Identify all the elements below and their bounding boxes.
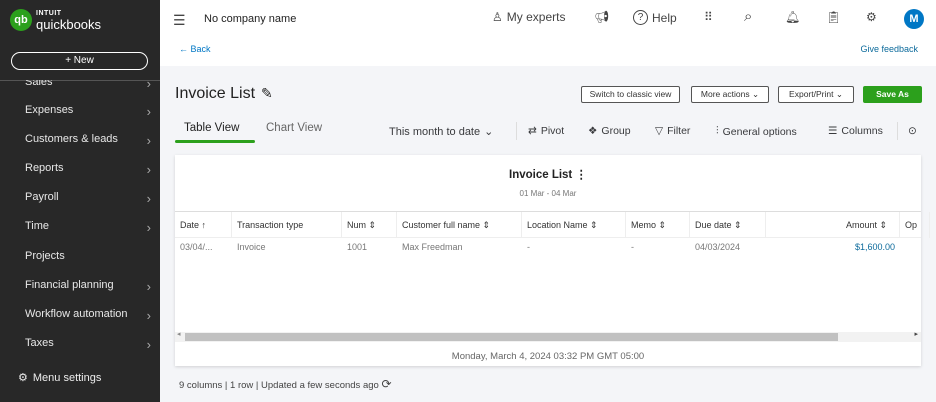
pivot-icon: ⇄ bbox=[528, 125, 537, 137]
sidebar-item-time[interactable]: Time › bbox=[25, 220, 155, 235]
bell-icon[interactable]: 🔔︎ bbox=[785, 10, 800, 24]
chevron-right-icon: › bbox=[146, 279, 151, 294]
search-icon[interactable]: ⌕ bbox=[744, 8, 752, 25]
table-header: Date ↑ Transaction type Num ⇕ Customer full… bbox=[175, 211, 930, 238]
top-bar: ☰ No company name ♙ My experts 📢︎ ? Help ⠿… bbox=[160, 0, 936, 66]
apps-grid-icon[interactable]: ⠿ bbox=[704, 10, 713, 24]
report-date-range: 01 Mar - 04 Mar bbox=[519, 189, 577, 198]
column-header[interactable]: Due date ⇕ bbox=[690, 212, 766, 238]
page-title: Invoice List ✎ bbox=[175, 85, 273, 103]
report-title: Invoice List ⋮ bbox=[509, 169, 587, 181]
collapse-toolbar-icon[interactable]: ⊙ bbox=[908, 125, 917, 137]
list-icon: ☰ bbox=[828, 125, 838, 137]
active-tab-indicator bbox=[175, 140, 255, 143]
new-button[interactable]: + New bbox=[11, 52, 148, 70]
sidebar-menu: Sales › Expenses › Customers & leads › Reports… bbox=[0, 80, 160, 358]
table-cell[interactable]: $1,600.00 bbox=[766, 238, 900, 256]
gear-icon: ⚙ bbox=[18, 372, 28, 384]
sliders-icon: ⫶ bbox=[716, 125, 719, 137]
sidebar-item-payroll[interactable]: Payroll › bbox=[25, 191, 155, 206]
divider bbox=[897, 122, 898, 140]
quickbooks-logo[interactable]: qb INTUIT quickbooks bbox=[10, 9, 101, 31]
column-header[interactable]: Memo ⇕ bbox=[626, 212, 690, 238]
chevron-down-icon: ⌄ bbox=[484, 126, 494, 138]
chevron-right-icon: › bbox=[146, 220, 151, 235]
table-cell: Max Freedman bbox=[402, 242, 463, 252]
chevron-right-icon: › bbox=[146, 133, 151, 148]
pivot-button[interactable]: ⇄ Pivot bbox=[528, 125, 564, 137]
sidebar: qb INTUIT quickbooks + New Sales › Expenses… bbox=[0, 0, 160, 402]
column-header[interactable]: Op bbox=[900, 212, 930, 238]
sidebar-item-expenses[interactable]: Expenses › bbox=[25, 104, 155, 119]
sidebar-item-taxes[interactable]: Taxes › bbox=[25, 337, 155, 352]
column-header[interactable]: Location Name ⇕ bbox=[522, 212, 626, 238]
switch-classic-view-button[interactable]: Switch to classic view bbox=[581, 86, 680, 103]
chevron-right-icon: › bbox=[146, 80, 151, 91]
date-range-dropdown[interactable]: This month to date ⌄ bbox=[389, 125, 494, 139]
table-cell: - bbox=[527, 242, 530, 252]
columns-button[interactable]: ☰ Columns bbox=[828, 125, 883, 137]
sidebar-item-customers-leads[interactable]: Customers & leads › bbox=[25, 133, 155, 148]
chevron-right-icon: › bbox=[146, 308, 151, 323]
column-header[interactable]: Customer full name ⇕ bbox=[397, 212, 522, 238]
sidebar-item-financial-planning[interactable]: Financial planning › bbox=[25, 279, 155, 294]
scrollbar-thumb[interactable] bbox=[185, 333, 838, 341]
chevron-right-icon: › bbox=[146, 191, 151, 206]
menu-settings-button[interactable]: ⚙ Menu settings bbox=[18, 371, 101, 385]
tab-chart-view[interactable]: Chart View bbox=[266, 122, 322, 134]
scroll-left-icon[interactable]: ◂ bbox=[177, 330, 181, 338]
back-link[interactable]: ← Back bbox=[179, 44, 211, 54]
person-icon: ♙ bbox=[492, 10, 503, 24]
column-header[interactable]: Num ⇕ bbox=[342, 212, 397, 238]
help-button[interactable]: ? Help bbox=[633, 10, 677, 25]
megaphone-icon[interactable]: 📢︎ bbox=[594, 10, 609, 24]
table-cell: 03/04/... bbox=[180, 242, 213, 252]
tab-table-view[interactable]: Table View bbox=[184, 122, 239, 134]
collapse-menu-icon[interactable]: ☰ bbox=[173, 12, 186, 29]
company-name: No company name bbox=[204, 13, 297, 25]
table-cell: 1001 bbox=[347, 242, 368, 252]
column-header[interactable]: Date ↑ bbox=[175, 212, 232, 238]
more-actions-button[interactable]: More actions ⌄ bbox=[691, 86, 769, 103]
table-cell: 04/03/2024 bbox=[695, 242, 741, 252]
divider bbox=[516, 122, 517, 140]
horizontal-scrollbar[interactable]: ◂ ▸ bbox=[175, 330, 921, 342]
scroll-right-icon[interactable]: ▸ bbox=[914, 330, 918, 338]
filter-button[interactable]: ▽ Filter bbox=[655, 125, 690, 137]
general-options-button[interactable]: ⫶ General options bbox=[716, 125, 797, 138]
table-cell: - bbox=[631, 242, 634, 252]
save-as-button[interactable]: Save As bbox=[863, 86, 922, 103]
qb-logo-icon: qb bbox=[10, 9, 32, 31]
my-experts-button[interactable]: ♙ My experts bbox=[492, 10, 565, 24]
kebab-menu-icon[interactable]: ⋮ bbox=[575, 169, 587, 181]
sidebar-item-workflow-automation[interactable]: Workflow automation › bbox=[25, 308, 155, 323]
report-card: Invoice List ⋮ 01 Mar - 04 Mar Date ↑ Tra… bbox=[175, 155, 930, 366]
clipboard-icon[interactable]: 📋︎ bbox=[826, 10, 841, 24]
chevron-right-icon: › bbox=[146, 104, 151, 119]
chevron-right-icon: › bbox=[146, 162, 151, 177]
table-cell: Invoice bbox=[237, 242, 266, 252]
group-button[interactable]: ❖ Group bbox=[588, 125, 631, 137]
group-icon: ❖ bbox=[588, 125, 598, 137]
export-print-button[interactable]: Export/Print ⌄ bbox=[778, 86, 854, 103]
pencil-icon[interactable]: ✎ bbox=[261, 85, 273, 103]
sidebar-item-reports[interactable]: Reports › bbox=[25, 162, 155, 177]
gear-icon[interactable]: ⚙ bbox=[866, 10, 877, 24]
table-cell bbox=[900, 238, 930, 256]
refresh-icon[interactable]: ⟳ bbox=[381, 377, 391, 391]
avatar[interactable]: M bbox=[904, 9, 924, 29]
column-header[interactable]: Transaction type bbox=[232, 212, 342, 238]
sidebar-item-sales[interactable]: Sales › bbox=[25, 80, 155, 91]
help-icon: ? bbox=[633, 10, 648, 25]
chevron-right-icon: › bbox=[146, 337, 151, 352]
sidebar-item-projects[interactable]: Projects bbox=[25, 250, 155, 262]
give-feedback-link[interactable]: Give feedback bbox=[860, 44, 918, 54]
column-header[interactable]: Amount ⇕ bbox=[766, 212, 900, 238]
filter-icon: ▽ bbox=[655, 125, 664, 137]
report-timestamp: Monday, March 4, 2024 03:32 PM GMT 05:00 bbox=[451, 351, 645, 362]
status-bar: 9 columns | 1 row | Updated a few second… bbox=[179, 377, 392, 391]
